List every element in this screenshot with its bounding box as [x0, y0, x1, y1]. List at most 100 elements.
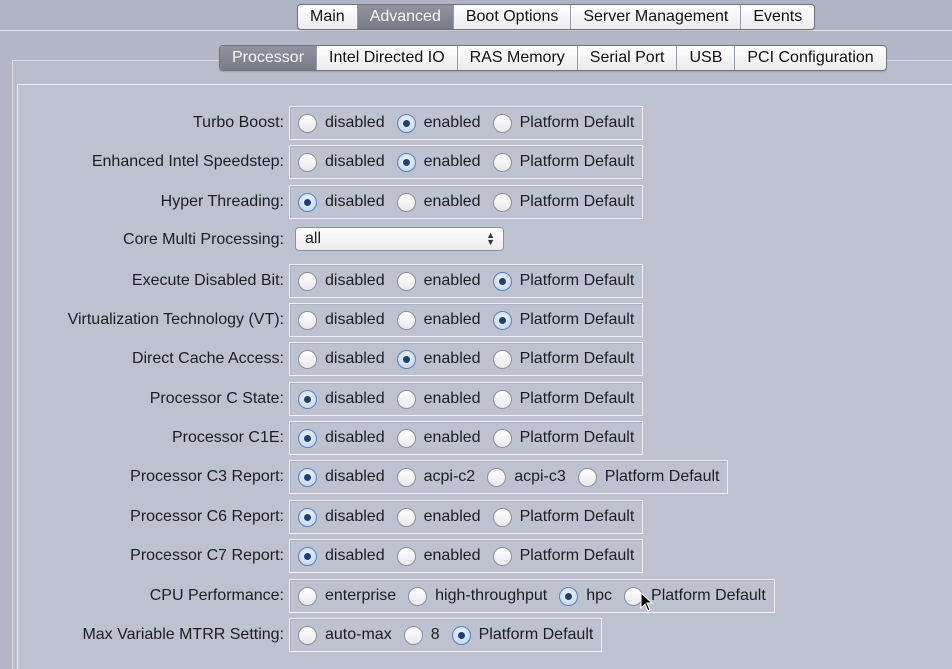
virtualization-technology-vt-option-platform-default[interactable]: Platform Default [492, 310, 634, 330]
virtualization-technology-vt-option-enabled[interactable]: enabled [396, 310, 481, 330]
radio-button-icon[interactable] [492, 428, 512, 448]
radio-button-icon[interactable] [298, 192, 317, 212]
radio-button-icon[interactable] [492, 310, 512, 330]
processor-c3-report-option-disabled[interactable]: disabled [298, 467, 385, 487]
radio-button-icon[interactable] [559, 586, 579, 606]
radio-button-icon[interactable] [577, 467, 597, 487]
radio-button-icon[interactable] [492, 152, 512, 172]
max-variable-mtrr-setting-option-8[interactable]: 8 [403, 625, 440, 645]
radio-button-icon[interactable] [403, 625, 423, 645]
enhanced-intel-speedstep-option-disabled[interactable]: disabled [298, 152, 385, 172]
max-variable-mtrr-setting-option-platform-default[interactable]: Platform Default [451, 625, 593, 645]
radio-button-icon[interactable] [298, 349, 317, 369]
cpu-performance-option-high-throughput[interactable]: high-throughput [408, 586, 547, 606]
tab-advanced[interactable]: Advanced [357, 5, 454, 29]
radio-button-icon[interactable] [298, 389, 317, 409]
radio-button-icon[interactable] [396, 192, 416, 212]
turbo-boost-option-enabled[interactable]: enabled [396, 113, 481, 133]
radio-button-icon[interactable] [298, 507, 317, 527]
setting-row-processor-c1e: Processor C1E: disabled enabled Platform De… [0, 421, 952, 455]
processor-c3-report-option-acpi-c2[interactable]: acpi-c2 [396, 467, 475, 487]
execute-disabled-bit-option-platform-default[interactable]: Platform Default [492, 271, 634, 291]
radio-button-icon[interactable] [298, 152, 317, 172]
processor-c7-report-option-platform-default[interactable]: Platform Default [492, 546, 634, 566]
processor-c3-report-option-platform-default[interactable]: Platform Default [577, 467, 719, 487]
radio-option-label: disabled [325, 390, 385, 407]
radio-button-icon[interactable] [487, 467, 507, 487]
radio-button-icon[interactable] [451, 625, 471, 645]
direct-cache-access-option-enabled[interactable]: enabled [396, 349, 481, 369]
cpu-performance-option-hpc[interactable]: hpc [559, 586, 612, 606]
direct-cache-access-option-disabled[interactable]: disabled [298, 349, 385, 369]
radio-option-label: disabled [325, 547, 385, 564]
processor-c1e-option-enabled[interactable]: enabled [396, 428, 481, 448]
radio-button-icon[interactable] [396, 546, 416, 566]
radio-button-icon[interactable] [396, 349, 416, 369]
execute-disabled-bit-option-enabled[interactable]: enabled [396, 271, 481, 291]
radio-button-icon[interactable] [298, 467, 317, 487]
hyper-threading-option-enabled[interactable]: enabled [396, 192, 481, 212]
radio-button-icon[interactable] [298, 310, 317, 330]
processor-c3-report-option-acpi-c3[interactable]: acpi-c3 [487, 467, 566, 487]
processor-c-state-option-disabled[interactable]: disabled [298, 389, 385, 409]
radio-button-icon[interactable] [396, 152, 416, 172]
processor-c1e-option-disabled[interactable]: disabled [298, 428, 385, 448]
processor-c7-report-option-enabled[interactable]: enabled [396, 546, 481, 566]
subtab-ras-memory[interactable]: RAS Memory [458, 46, 578, 70]
radio-button-icon[interactable] [492, 192, 512, 212]
cpu-performance-option-enterprise[interactable]: enterprise [298, 586, 396, 606]
radio-button-icon[interactable] [408, 586, 428, 606]
radio-button-icon[interactable] [298, 113, 317, 133]
subtab-processor[interactable]: Processor [220, 46, 318, 70]
radio-button-icon[interactable] [492, 271, 512, 291]
radio-button-icon[interactable] [396, 113, 416, 133]
radio-button-icon[interactable] [396, 310, 416, 330]
radio-button-icon[interactable] [298, 625, 317, 645]
tab-boot-options[interactable]: Boot Options [454, 5, 572, 29]
setting-label-virtualization-technology-vt: Virtualization Technology (VT): [67, 311, 284, 328]
enhanced-intel-speedstep-option-platform-default[interactable]: Platform Default [492, 152, 634, 172]
tab-events[interactable]: Events [741, 5, 814, 29]
radio-button-icon[interactable] [492, 546, 512, 566]
subtab-intel-directed-io[interactable]: Intel Directed IO [317, 46, 458, 70]
radio-button-icon[interactable] [396, 507, 416, 527]
radio-button-icon[interactable] [396, 428, 416, 448]
enhanced-intel-speedstep-option-enabled[interactable]: enabled [396, 152, 481, 172]
core-multi-processing-select[interactable]: all ▲ ▼ [295, 227, 504, 251]
radio-button-icon[interactable] [492, 113, 512, 133]
max-variable-mtrr-setting-option-auto-max[interactable]: auto-max [298, 625, 392, 645]
radio-button-icon[interactable] [396, 271, 416, 291]
radio-button-icon[interactable] [298, 546, 317, 566]
hyper-threading-option-disabled[interactable]: disabled [298, 192, 385, 212]
processor-c-state-option-enabled[interactable]: enabled [396, 389, 481, 409]
turbo-boost-option-disabled[interactable]: disabled [298, 113, 385, 133]
radio-button-icon[interactable] [492, 507, 512, 527]
radio-option-label: disabled [325, 350, 385, 367]
radio-button-icon[interactable] [298, 586, 317, 606]
radio-option-label: Platform Default [519, 193, 635, 210]
turbo-boost-option-platform-default[interactable]: Platform Default [492, 113, 634, 133]
processor-c1e-option-platform-default[interactable]: Platform Default [492, 428, 634, 448]
hyper-threading-option-platform-default[interactable]: Platform Default [492, 192, 635, 212]
max-variable-mtrr-setting-radio-group: auto-max 8 Platform Default [289, 618, 603, 652]
execute-disabled-bit-option-disabled[interactable]: disabled [298, 271, 385, 291]
processor-c6-report-option-enabled[interactable]: enabled [396, 507, 481, 527]
radio-button-icon[interactable] [298, 428, 317, 448]
setting-label-processor-c1e: Processor C1E: [171, 429, 284, 446]
processor-c-state-option-platform-default[interactable]: Platform Default [492, 389, 634, 409]
tab-main[interactable]: Main [298, 5, 358, 29]
radio-button-icon[interactable] [298, 271, 317, 291]
subtab-usb[interactable]: USB [677, 46, 736, 70]
radio-button-icon[interactable] [492, 389, 512, 409]
processor-c6-report-option-platform-default[interactable]: Platform Default [492, 507, 634, 527]
direct-cache-access-option-platform-default[interactable]: Platform Default [492, 349, 634, 369]
radio-button-icon[interactable] [396, 389, 416, 409]
processor-c7-report-option-disabled[interactable]: disabled [298, 546, 385, 566]
subtab-pci-configuration[interactable]: PCI Configuration [735, 46, 885, 70]
processor-c6-report-option-disabled[interactable]: disabled [298, 507, 385, 527]
radio-button-icon[interactable] [396, 467, 416, 487]
radio-button-icon[interactable] [492, 349, 512, 369]
subtab-serial-port[interactable]: Serial Port [578, 46, 678, 70]
virtualization-technology-vt-option-disabled[interactable]: disabled [298, 310, 385, 330]
tab-server-management[interactable]: Server Management [571, 5, 742, 29]
